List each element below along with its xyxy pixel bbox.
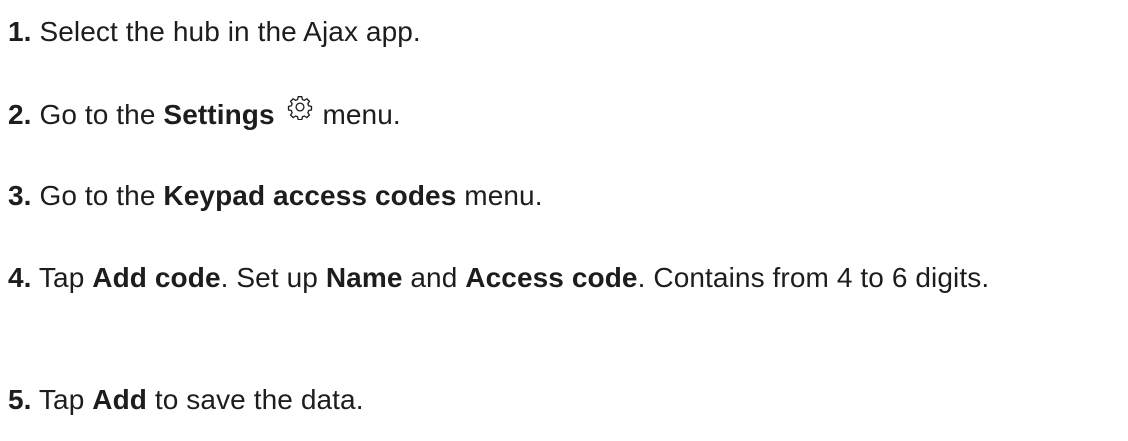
step-2: 2. Go to the Settings menu. <box>8 94 1008 135</box>
step-text: . Contains from 4 to 6 digits. <box>637 262 990 293</box>
step-5: 5. Tap Add to save the data. <box>8 380 1008 420</box>
step-number: 5. <box>8 384 32 415</box>
step-text: Tap <box>31 384 93 415</box>
step-text: menu. <box>314 99 401 130</box>
step-text: Tap <box>31 262 93 293</box>
step-number: 3. <box>8 180 32 211</box>
step-text: to save the data. <box>147 384 364 415</box>
step-4: 4. Tap Add code. Set up Name and Access … <box>8 258 1008 298</box>
step-3: 3. Go to the Keypad access codes menu. <box>8 176 1008 216</box>
settings-menu-name: Settings <box>163 99 275 130</box>
add-button-label: Add <box>92 384 147 415</box>
step-1: 1. Select the hub in the Ajax app. <box>8 12 1008 52</box>
step-text: Go to the <box>31 180 164 211</box>
step-text: menu. <box>456 180 543 211</box>
step-text: and <box>402 262 466 293</box>
name-label: Name <box>325 262 403 293</box>
step-number: 4. <box>8 262 32 293</box>
step-number: 1. <box>8 16 32 47</box>
keypad-access-codes-menu-name: Keypad access codes <box>163 180 457 211</box>
add-code-label: Add code <box>92 262 221 293</box>
step-text: . Set up <box>220 262 326 293</box>
step-text: Go to the <box>31 99 164 130</box>
access-code-label: Access code <box>465 262 638 293</box>
gear-icon <box>287 94 313 120</box>
step-text: Select the hub in the Ajax app. <box>31 16 421 47</box>
step-number: 2. <box>8 99 32 130</box>
